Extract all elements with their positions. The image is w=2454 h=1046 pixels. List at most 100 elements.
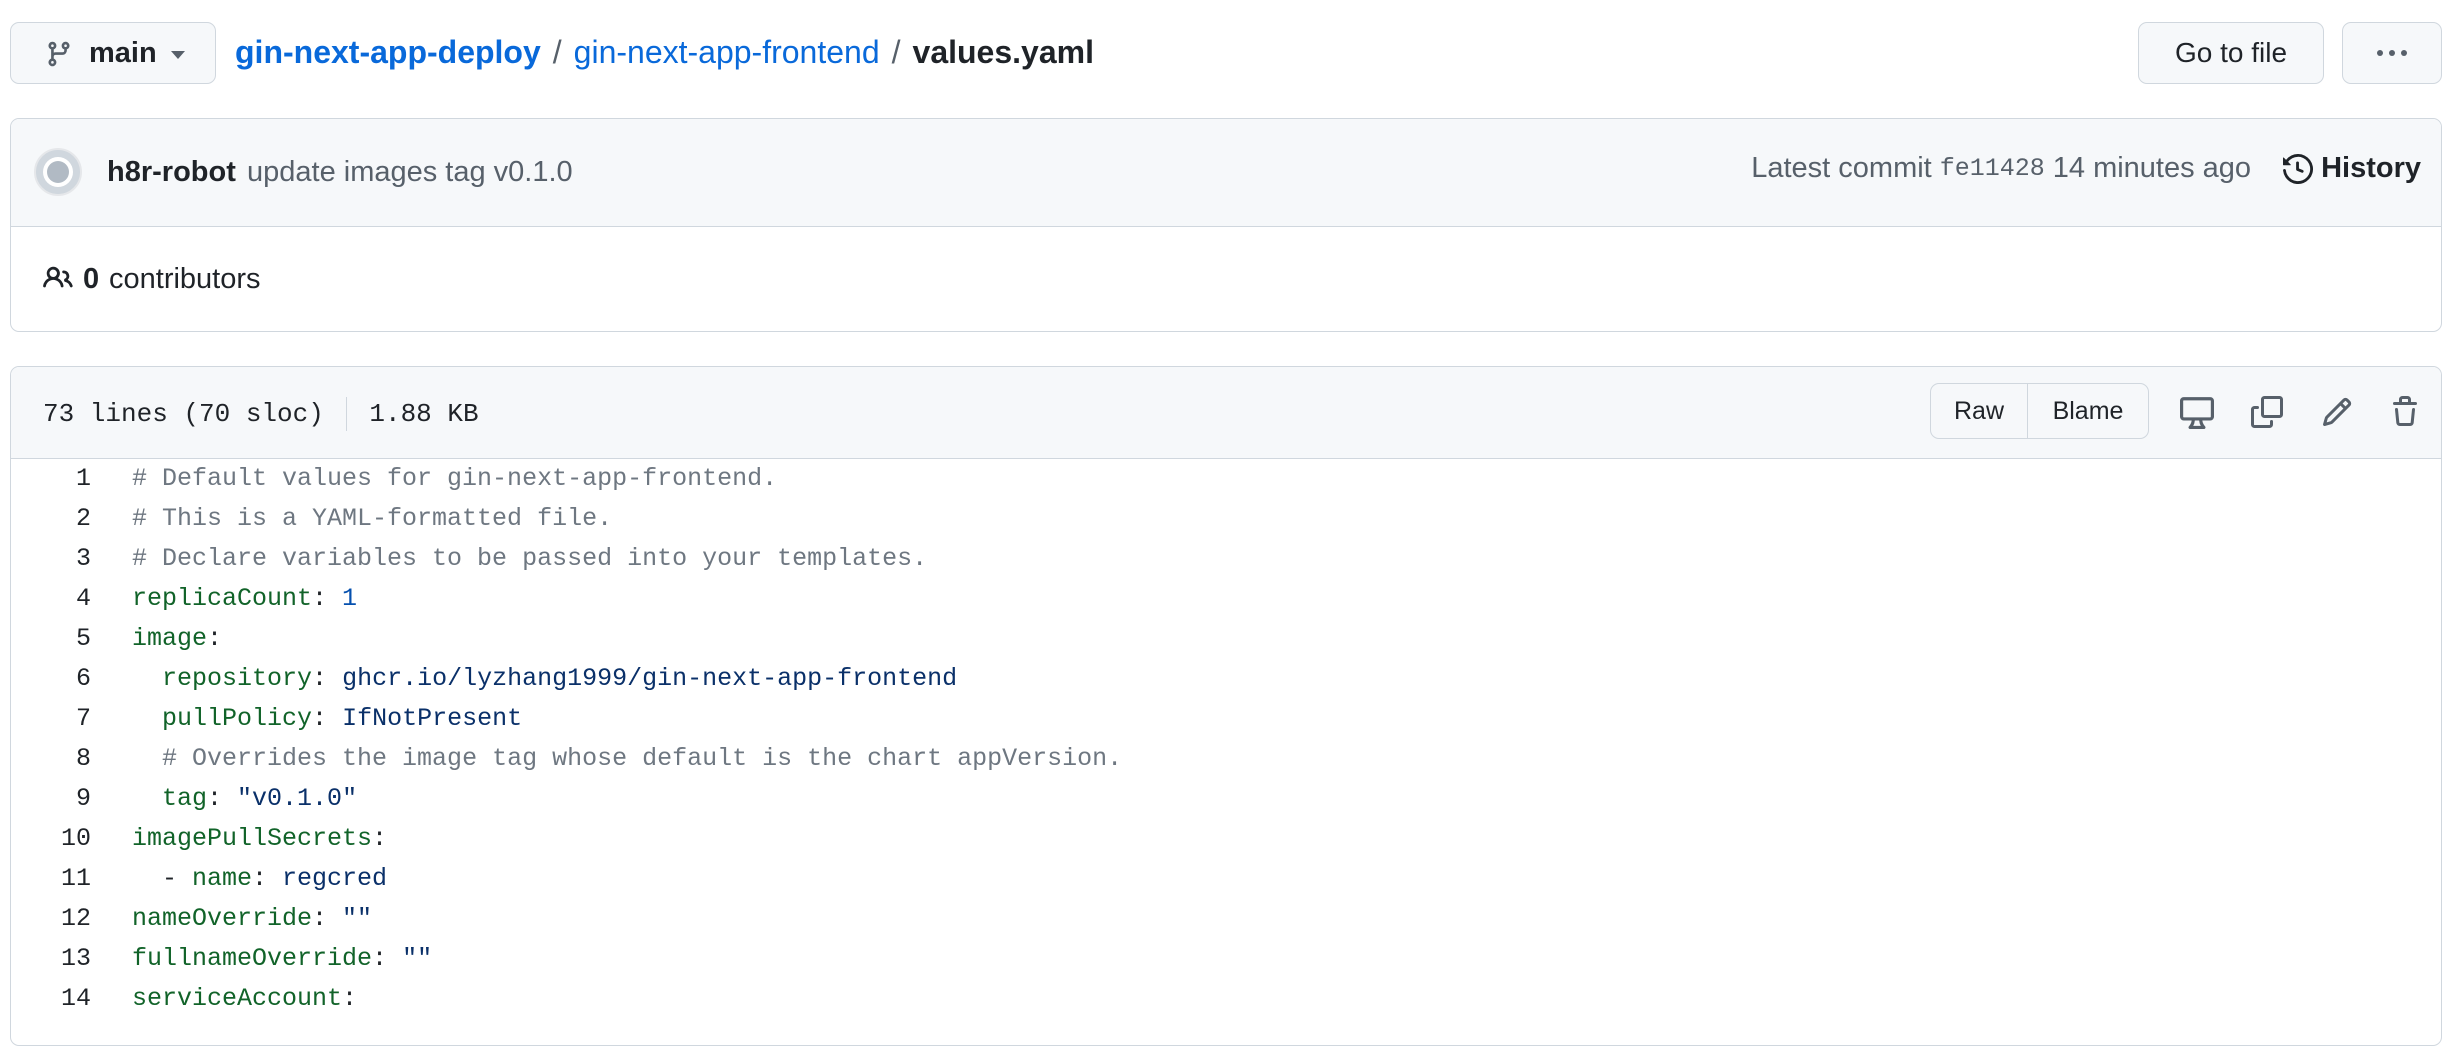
line-content: image: [132,619,222,659]
code-token: : [342,984,358,1013]
line-number[interactable]: 3 [11,539,91,579]
code-token: name [192,864,253,893]
code-token: 1 [342,584,358,613]
commit-time: 14 minutes ago [2052,152,2252,184]
commit-author-link[interactable]: h8r-robot [107,156,236,189]
code-token: tag [162,784,208,813]
code-token: serviceAccount [132,984,343,1013]
commit-meta: Latest commit fe11428 14 minutes ago His… [1751,152,2421,185]
file-header: 73 lines (70 sloc) 1.88 KB Raw Blame [11,367,2441,459]
line-number[interactable]: 12 [11,899,91,939]
line-number[interactable]: 7 [11,699,91,739]
code-token: repository [162,664,313,693]
breadcrumb-current-file: values.yaml [912,34,1094,70]
line-number[interactable]: 2 [11,499,91,539]
code-line: 14 serviceAccount: [11,979,2441,1019]
line-content: nameOverride: "" [132,899,372,939]
copy-raw-button[interactable] [2249,394,2285,430]
avatar[interactable] [34,148,82,196]
code-token: : [312,704,343,733]
blame-button[interactable]: Blame [2028,384,2148,438]
github-user-avatar-icon [36,150,80,194]
line-content: # This is a YAML-formatted file. [132,499,612,539]
code-token: : [207,784,238,813]
triangle-down-icon [171,51,185,59]
file-size: 1.88 KB [369,399,479,429]
pencil-icon [2322,397,2352,427]
code-line: 12 nameOverride: "" [11,899,2441,939]
code-token: "" [402,944,433,973]
breadcrumb-repo-link[interactable]: gin-next-app-deploy [235,34,541,71]
branch-selector-button[interactable]: main [10,22,216,84]
code-token: # Default values for gin-next-app-fronte… [132,464,778,493]
code-token: imagePullSecrets [132,824,373,853]
more-options-button[interactable] [2342,22,2442,84]
code-token: - [132,864,193,893]
history-link[interactable]: History [2283,152,2421,185]
line-content: # Default values for gin-next-app-fronte… [132,459,777,499]
go-to-file-button[interactable]: Go to file [2138,22,2324,84]
code-line: 3 # Declare variables to be passed into y… [11,539,2441,579]
latest-commit-label: Latest commit [1751,152,1932,184]
line-number[interactable]: 5 [11,619,91,659]
file-info: 73 lines (70 sloc) 1.88 KB [43,397,479,431]
edit-file-button[interactable] [2319,394,2355,430]
code-line: 1 # Default values for gin-next-app-front… [11,459,2441,499]
code-body[interactable]: 1 # Default values for gin-next-app-front… [11,459,2441,1019]
display-rich-diff-button[interactable] [2179,394,2215,430]
code-line: 9 tag: "v0.1.0" [11,779,2441,819]
history-label: History [2321,152,2421,184]
line-number[interactable]: 6 [11,659,91,699]
line-content: # Declare variables to be passed into yo… [132,539,927,579]
history-icon [2283,153,2314,184]
commit-sha-link[interactable]: fe11428 [1940,154,2045,183]
code-token: ghcr.io/lyzhang1999/gin-next-app-fronten… [342,664,958,693]
line-content: # Overrides the image tag whose default … [132,739,1122,779]
code-line: 6 repository: ghcr.io/lyzhang1999/gin-ne… [11,659,2441,699]
code-line: 4 replicaCount: 1 [11,579,2441,619]
line-number[interactable]: 4 [11,579,91,619]
line-number[interactable]: 13 [11,939,91,979]
people-icon [43,266,73,288]
breadcrumb-separator: / [552,34,562,70]
contributors-label[interactable]: contributors [109,263,261,296]
latest-commit-box: h8r-robot update images tag v0.1.0 Lates… [10,118,2442,332]
delete-file-button[interactable] [2387,394,2423,430]
line-number[interactable]: 10 [11,819,91,859]
code-line: 8 # Overrides the image tag whose defaul… [11,739,2441,779]
file-navigation-bar: main gin-next-app-deploy / gin-next-app-… [10,22,2442,86]
file-info-divider [345,397,348,431]
line-number[interactable]: 14 [11,979,91,1019]
line-content: serviceAccount: [132,979,357,1019]
line-number[interactable]: 9 [11,779,91,819]
line-content: replicaCount: 1 [132,579,357,619]
breadcrumb: gin-next-app-deploy / gin-next-app-front… [235,34,1094,71]
branch-name: main [89,37,157,69]
line-number[interactable]: 1 [11,459,91,499]
line-number[interactable]: 11 [11,859,91,899]
code-token: image [132,624,208,653]
code-token: # This is a YAML-formatted file. [132,504,613,533]
code-token: : [312,584,343,613]
git-branch-icon [48,41,70,67]
code-line: 2 # This is a YAML-formatted file. [11,499,2441,539]
line-content: pullPolicy: IfNotPresent [132,699,522,739]
code-token: regcred [282,864,388,893]
code-token: : [312,904,343,933]
code-token: : [207,624,223,653]
contributors-row: 0 contributors [11,227,2441,331]
trash-icon [2393,396,2417,426]
code-token: IfNotPresent [342,704,523,733]
raw-button[interactable]: Raw [1931,384,2028,438]
line-content: imagePullSecrets: [132,819,387,859]
breadcrumb-directory-link[interactable]: gin-next-app-frontend [574,34,880,71]
line-number[interactable]: 8 [11,739,91,779]
code-token: pullPolicy [162,704,313,733]
contributors-count[interactable]: 0 [83,263,99,296]
kebab-horizontal-icon [2377,50,2407,56]
commit-message-link[interactable]: update images tag v0.1.0 [247,156,573,189]
breadcrumb-separator: / [891,34,901,70]
